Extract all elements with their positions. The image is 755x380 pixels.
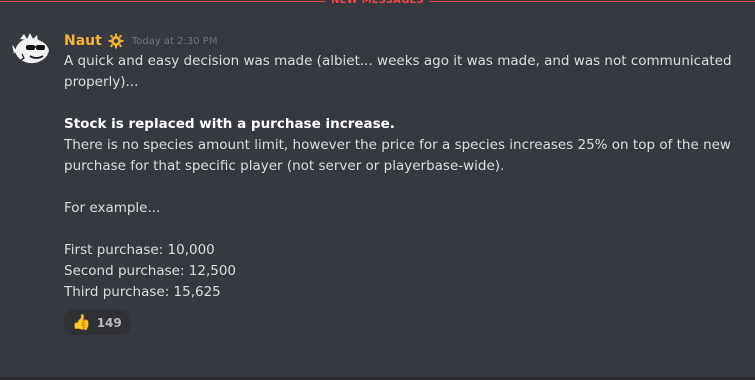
example-line-3: Third purchase: 15,625 — [64, 284, 221, 300]
thumbs-up-icon: 👍 — [72, 313, 91, 331]
author-name[interactable]: Naut — [64, 33, 102, 49]
new-messages-divider: NEW MESSAGES — [0, 0, 755, 10]
message-timestamp: Today at 2:30 PM — [131, 35, 218, 47]
avatar[interactable] — [12, 30, 52, 70]
message-header: Naut Today at 2:30 PM — [64, 32, 217, 50]
message-line-2: properly)... — [64, 74, 139, 90]
example-line-2: Second purchase: 12,500 — [64, 263, 237, 279]
example-line-1: First purchase: 10,000 — [64, 242, 215, 258]
avatar-fish-icon — [12, 30, 52, 70]
message-line-1: A quick and easy decision was made (albi… — [64, 53, 732, 69]
reaction-thumbs-up[interactable]: 👍 149 — [64, 310, 130, 335]
chat-message-pane: NEW MESSAGES Naut Today at 2:30 PM A qui… — [0, 0, 755, 380]
gear-badge-icon — [108, 33, 124, 49]
message-content: A quick and easy decision was made (albi… — [64, 51, 744, 303]
body-line-1: There is no species amount limit, howeve… — [64, 137, 731, 153]
new-messages-label: NEW MESSAGES — [325, 0, 430, 8]
reaction-count: 149 — [96, 315, 122, 330]
example-intro: For example... — [64, 200, 161, 216]
bold-heading: Stock is replaced with a purchase increa… — [64, 116, 395, 132]
body-line-2: purchase for that specific player (not s… — [64, 158, 505, 174]
